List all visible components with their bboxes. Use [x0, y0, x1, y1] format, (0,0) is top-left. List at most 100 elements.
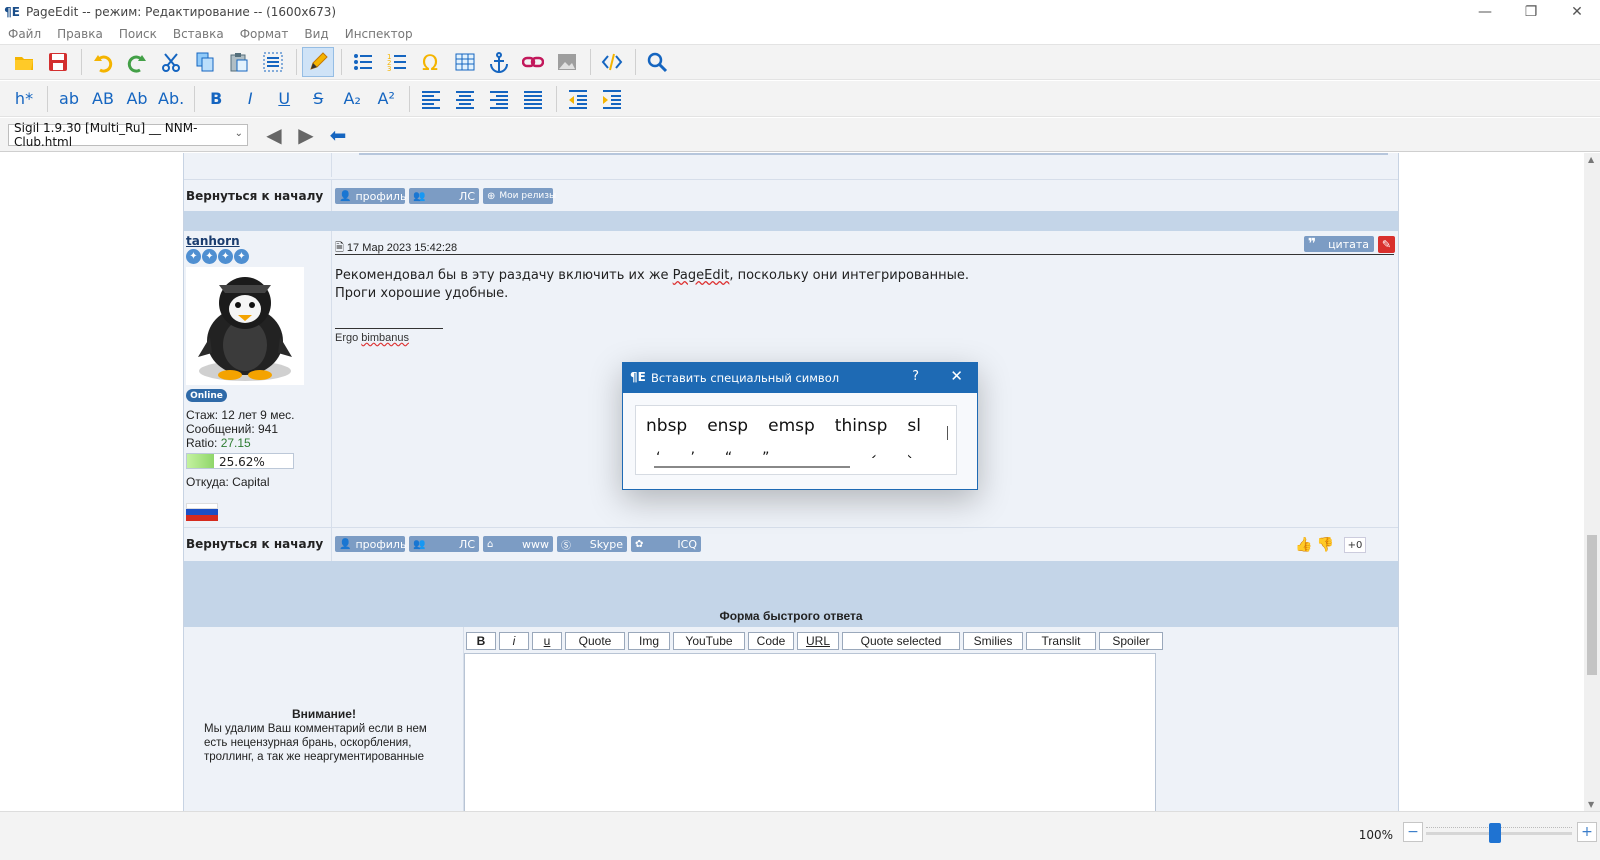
minimize-button[interactable]: — [1462, 0, 1508, 24]
thumbs-up-icon[interactable]: 👍 [1295, 537, 1312, 553]
symbol-rsquo[interactable]: ’ [690, 450, 694, 458]
my-releases-button[interactable]: ⊕ Мои релизы [483, 188, 556, 204]
sentencecase-button[interactable]: Ab. [155, 84, 187, 114]
menu-insert[interactable]: Вставка [173, 27, 224, 41]
align-left-icon[interactable] [415, 84, 447, 114]
align-right-icon[interactable] [483, 84, 515, 114]
symbol-bdquo[interactable]: „ [834, 450, 841, 458]
icq-button[interactable]: ✿ ICQ [631, 536, 701, 552]
zoom-in-button[interactable]: + [1577, 822, 1597, 842]
thumbs-down-icon[interactable]: 👎 [1317, 537, 1334, 553]
bb-img-button[interactable]: Img [628, 632, 670, 650]
heading-button[interactable]: h* [8, 84, 40, 114]
strikethrough-button[interactable]: S [302, 84, 334, 114]
italic-button[interactable]: I [234, 84, 266, 114]
align-center-icon[interactable] [449, 84, 481, 114]
save-icon[interactable] [42, 47, 74, 77]
symbol-lsquo[interactable]: ‘ [656, 450, 660, 458]
open-folder-icon[interactable] [8, 47, 40, 77]
undo-icon[interactable] [87, 47, 119, 77]
back-arrow-icon[interactable]: ◀ [258, 121, 290, 149]
bb-bold-button[interactable]: B [466, 632, 496, 650]
skype-button[interactable]: Ⓢ Skype [557, 536, 627, 552]
pm-button[interactable]: 👥 ЛС [409, 188, 479, 204]
numbered-list-icon[interactable]: 123 [381, 47, 413, 77]
pm-button[interactable]: 👥 ЛС [409, 536, 479, 552]
outdent-icon[interactable] [562, 84, 594, 114]
bb-code-button[interactable]: Code [748, 632, 794, 650]
uppercase-button[interactable]: AB [87, 84, 119, 114]
menu-format[interactable]: Формат [240, 27, 289, 41]
bb-quote-button[interactable]: Quote [565, 632, 625, 650]
symbol-nbsp[interactable]: nbsp [646, 416, 687, 436]
edit-mode-pencil-icon[interactable] [302, 47, 334, 77]
symbol-partial[interactable]: sl [907, 416, 921, 436]
menu-search[interactable]: Поиск [119, 27, 157, 41]
bb-quote-selected-button[interactable]: Quote selected [842, 632, 960, 650]
scrollbar-thumb[interactable] [1587, 535, 1597, 675]
reply-textarea[interactable] [464, 653, 1156, 811]
titlecase-button[interactable]: Ab [121, 84, 153, 114]
bb-youtube-button[interactable]: YouTube [673, 632, 745, 650]
link-icon[interactable] [517, 47, 549, 77]
scroll-down-icon[interactable]: ▼ [1588, 800, 1594, 809]
bullet-list-icon[interactable] [347, 47, 379, 77]
post-username[interactable]: tanhorn [186, 234, 240, 248]
symbol-rdquo[interactable]: ” [762, 450, 769, 458]
symbol-ldquo[interactable]: “ [725, 450, 732, 458]
zoom-out-button[interactable]: − [1403, 822, 1423, 842]
zoom-slider-thumb[interactable] [1488, 823, 1501, 843]
vertical-scrollbar[interactable]: ▲ ▼ [1584, 153, 1600, 811]
select-all-icon[interactable] [257, 47, 289, 77]
menu-edit[interactable]: Правка [57, 27, 103, 41]
redo-icon[interactable] [121, 47, 153, 77]
bold-button[interactable]: B [200, 84, 232, 114]
symbol-thinsp[interactable]: thinsp [835, 416, 888, 436]
report-icon[interactable]: ✎ [1378, 236, 1395, 253]
bb-url-button[interactable]: URL [797, 632, 839, 650]
indent-icon[interactable] [596, 84, 628, 114]
anchor-icon[interactable] [483, 47, 515, 77]
underline-button[interactable]: U [268, 84, 300, 114]
symbol-rsaquo[interactable]: › [907, 450, 913, 458]
special-character-omega-icon[interactable]: Ω [415, 47, 447, 77]
bb-translit-button[interactable]: Translit [1026, 632, 1096, 650]
forward-arrow-icon[interactable]: ▶ [290, 121, 322, 149]
back-to-top-link[interactable]: Вернуться к началу [186, 189, 323, 203]
symbol-hscrollbar[interactable] [654, 466, 850, 468]
quote-button[interactable]: ❞ цитата [1304, 236, 1374, 252]
insert-image-icon[interactable] [551, 47, 583, 77]
symbol-ensp[interactable]: ensp [707, 416, 748, 436]
file-select-combo[interactable]: Sigil 1.9.30 [Multi_Ru] __ NNM-Club.html… [8, 121, 248, 149]
profile-button[interactable]: 👤 профиль [335, 536, 406, 552]
symbol-comma[interactable]: , [799, 450, 803, 458]
paste-icon[interactable] [223, 47, 255, 77]
code-view-icon[interactable] [596, 47, 628, 77]
search-icon[interactable] [641, 47, 673, 77]
subscript-button[interactable]: A₂ [336, 84, 368, 114]
bb-underline-button[interactable]: u [532, 632, 562, 650]
align-justify-icon[interactable] [517, 84, 549, 114]
www-button[interactable]: ⌂ www [483, 536, 553, 552]
menu-view[interactable]: Вид [304, 27, 328, 41]
profile-button[interactable]: 👤 профиль [335, 188, 406, 204]
scroll-up-icon[interactable]: ▲ [1588, 155, 1594, 164]
bb-spoiler-button[interactable]: Spoiler [1099, 632, 1163, 650]
return-arrow-icon[interactable]: ⬅ [322, 121, 354, 149]
bb-italic-button[interactable]: i [499, 632, 529, 650]
lowercase-button[interactable]: ab [53, 84, 85, 114]
close-window-button[interactable]: ✕ [1554, 0, 1600, 24]
help-icon[interactable]: ? [912, 369, 919, 384]
menu-file[interactable]: Файл [8, 27, 41, 41]
copy-icon[interactable] [189, 47, 221, 77]
back-to-top-link[interactable]: Вернуться к началу [186, 537, 323, 551]
insert-table-icon[interactable] [449, 47, 481, 77]
symbol-lsaquo[interactable]: ‹ [871, 450, 877, 458]
superscript-button[interactable]: A² [370, 84, 402, 114]
menu-inspector[interactable]: Инспектор [345, 27, 413, 41]
close-icon[interactable]: ✕ [950, 367, 963, 385]
cut-icon[interactable] [155, 47, 187, 77]
maximize-button[interactable]: ❐ [1508, 0, 1554, 24]
symbol-emsp[interactable]: emsp [768, 416, 815, 436]
bb-smilies-button[interactable]: Smilies [963, 632, 1023, 650]
